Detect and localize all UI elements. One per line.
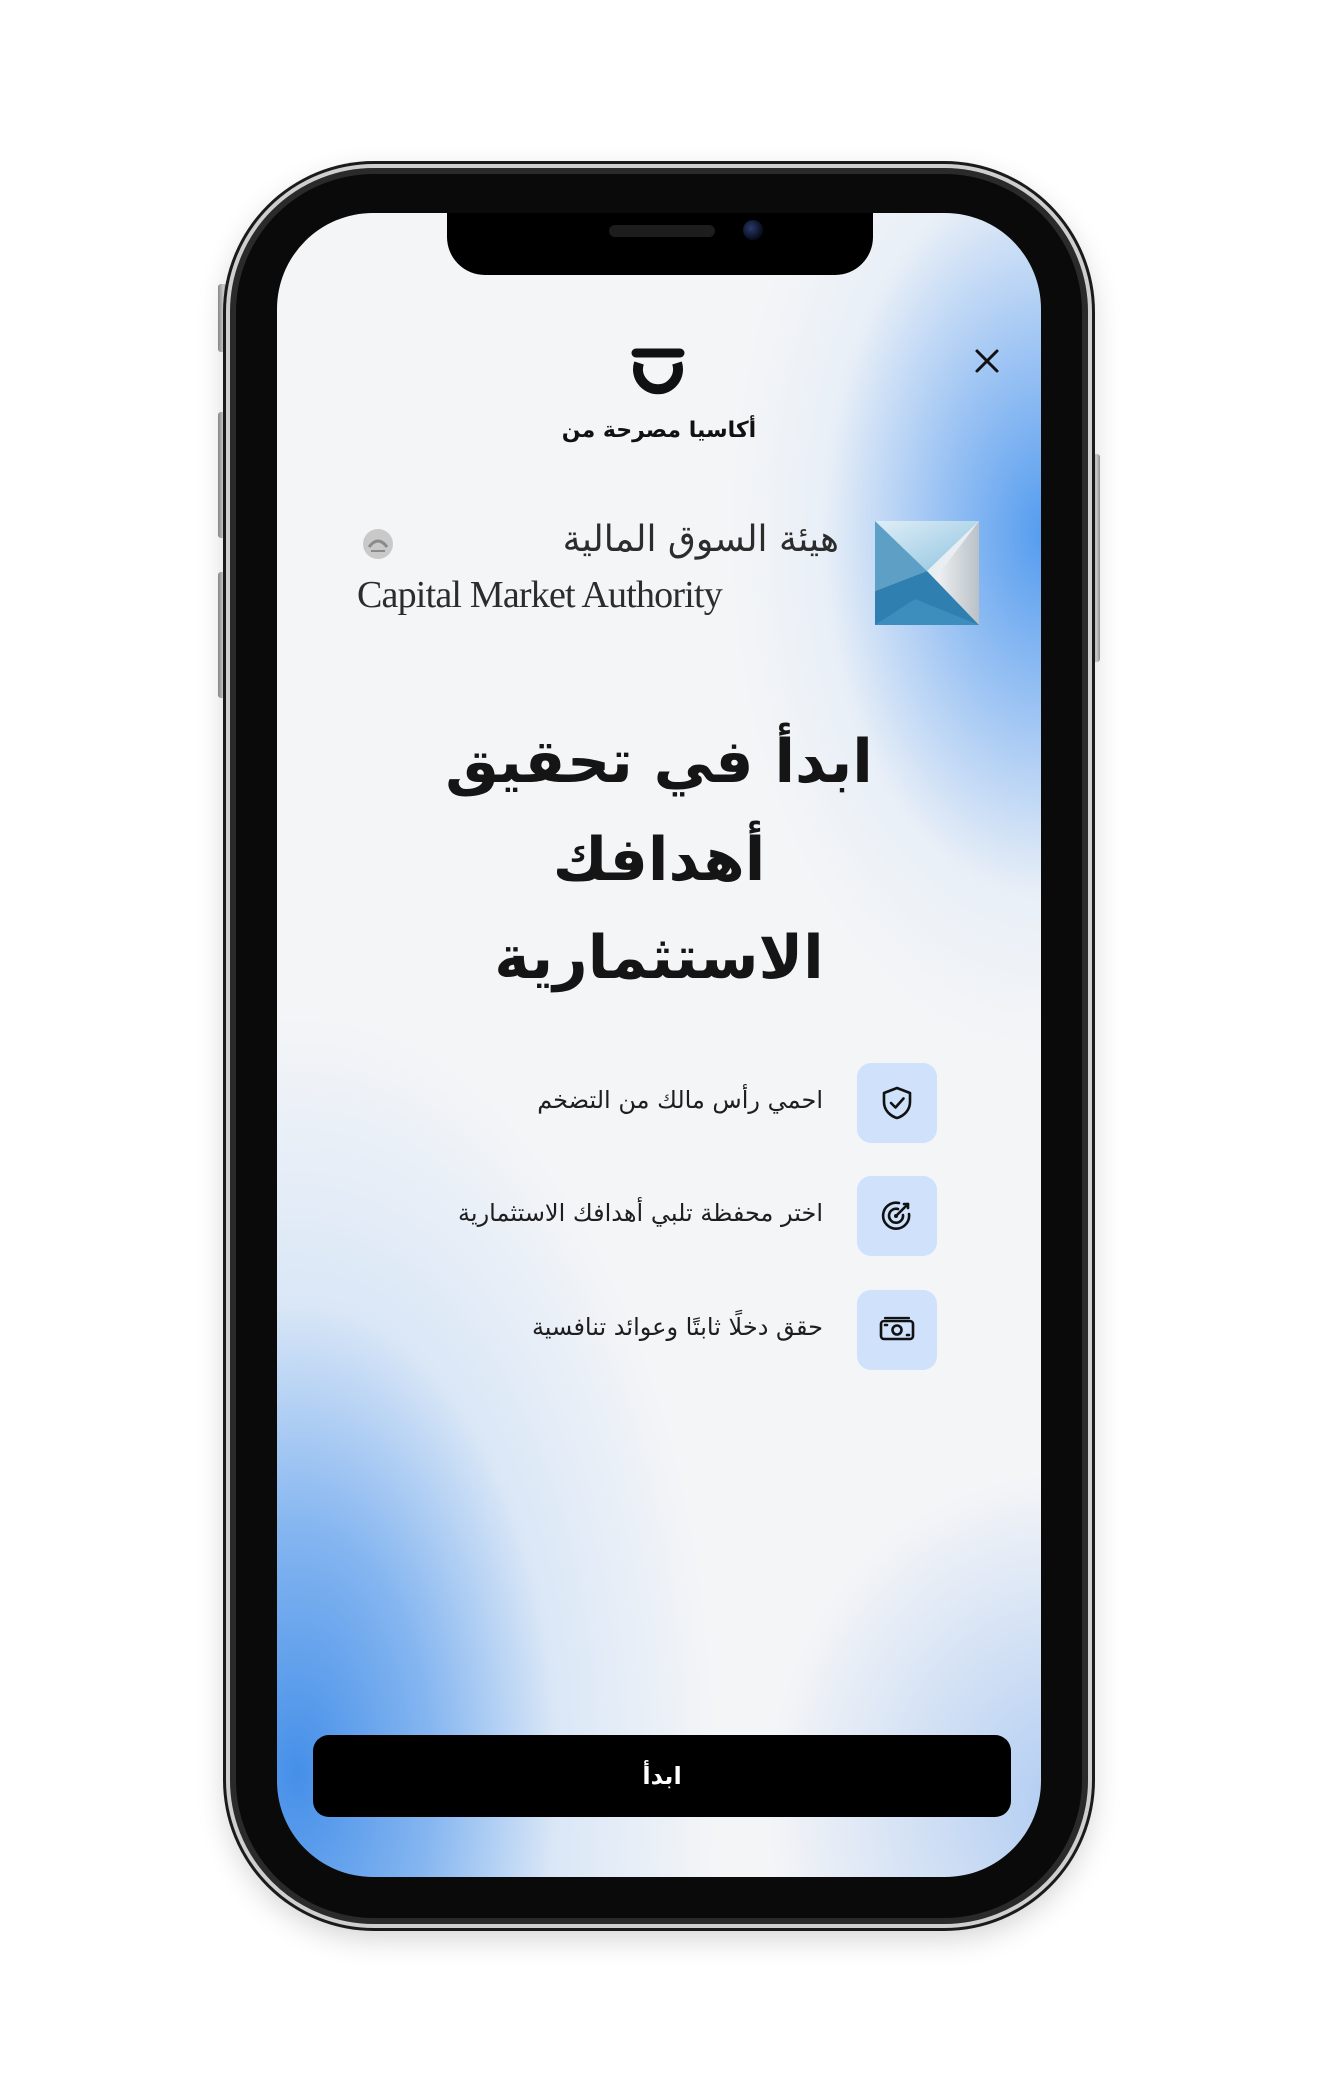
feature-icon-box xyxy=(857,1063,937,1143)
target-icon xyxy=(881,1201,911,1230)
phone-notch xyxy=(447,213,873,275)
close-button[interactable] xyxy=(965,339,1009,383)
close-icon xyxy=(975,349,999,373)
banknote-icon xyxy=(879,1316,915,1341)
title-line-2: أهدافك xyxy=(552,825,766,895)
app-screen: أكاسيا مصرحة من هيئة السوق المالية Capit… xyxy=(277,213,1041,1877)
speaker-grille xyxy=(609,225,715,237)
acasia-logo-icon xyxy=(631,348,685,395)
title-line-1: ابدأ في تحقيق xyxy=(445,727,873,797)
licensed-by-text: أكاسيا مصرحة من xyxy=(561,418,757,443)
shield-check-icon xyxy=(882,1086,912,1120)
title-line-3: الاستثمارية xyxy=(494,923,824,993)
feature-icon-box xyxy=(857,1176,937,1256)
feature-icon-box xyxy=(857,1290,937,1370)
cma-emblem-icon xyxy=(875,521,979,625)
feature-item-portfolio: اختر محفظة تلبي أهدافك الاستثمارية xyxy=(337,1176,937,1260)
page-title: ابدأ في تحقيق أهدافك الاستثمارية xyxy=(317,713,1001,1007)
cma-logo: هيئة السوق المالية Capital Market Author… xyxy=(357,519,979,629)
cma-name-english: Capital Market Authority xyxy=(357,574,723,616)
feature-text: حقق دخلًا ثابتًا وعوائد تنافسية xyxy=(531,1313,823,1341)
front-camera xyxy=(743,220,763,240)
cma-seal-icon xyxy=(363,529,393,559)
feature-item-inflation: احمي رأس مالك من التضخم xyxy=(337,1063,937,1147)
feature-item-income: حقق دخلًا ثابتًا وعوائد تنافسية xyxy=(337,1290,937,1374)
cma-name-arabic: هيئة السوق المالية xyxy=(562,519,839,560)
feature-text: اختر محفظة تلبي أهدافك الاستثمارية xyxy=(458,1199,823,1227)
feature-text: احمي رأس مالك من التضخم xyxy=(537,1086,823,1114)
start-button[interactable]: ابدأ xyxy=(313,1735,1011,1817)
power-button xyxy=(1091,454,1100,662)
